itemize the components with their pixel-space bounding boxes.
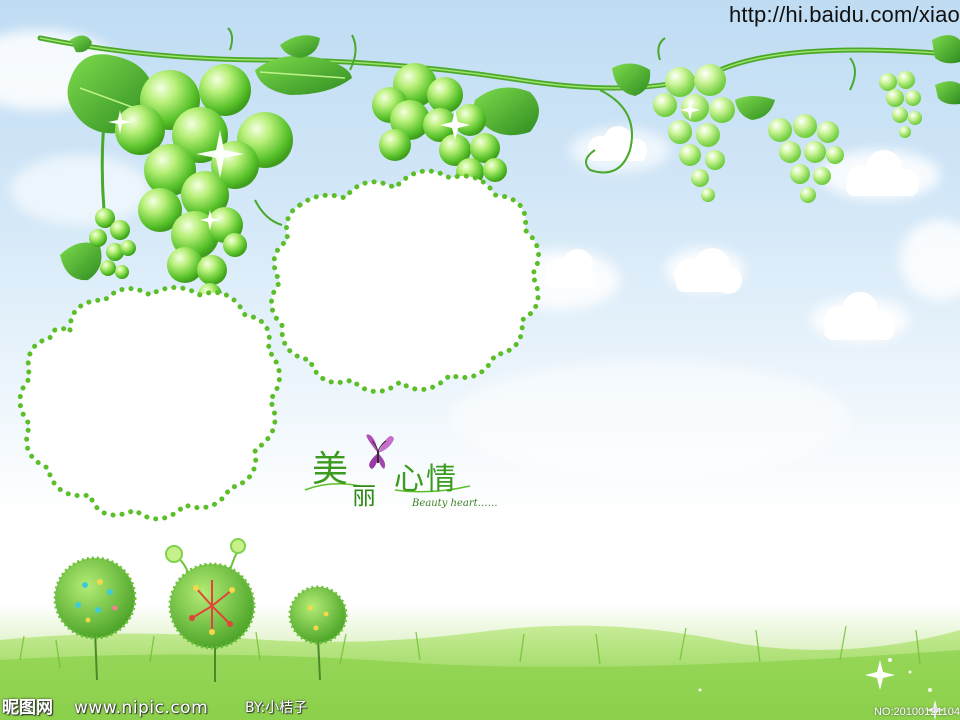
watermark-author: BY:小桔子 — [245, 700, 308, 716]
butterfly-icon — [366, 434, 394, 469]
title-char-1: 美 — [312, 449, 349, 490]
grape-cluster-right-1 — [653, 64, 735, 202]
watermark-number: NO:20100121104 — [873, 706, 960, 718]
title-char-3: 心 — [394, 462, 424, 497]
watermark-logo: 昵图网 — [2, 698, 53, 718]
watermark-site: www.nipic.com — [74, 698, 209, 718]
photo-frame-right — [269, 168, 542, 394]
title-char-4: 情 — [426, 462, 456, 497]
grape-cluster-right-3 — [879, 71, 922, 138]
watermark-url: http://hi.baidu.com/xiao — [728, 2, 960, 27]
scene — [0, 27, 960, 720]
title-char-2: 丽 — [352, 482, 376, 510]
cloud-puff — [824, 292, 894, 340]
title-subtitle: Beauty heart…… — [412, 498, 498, 509]
photo-frame-left — [17, 285, 282, 522]
